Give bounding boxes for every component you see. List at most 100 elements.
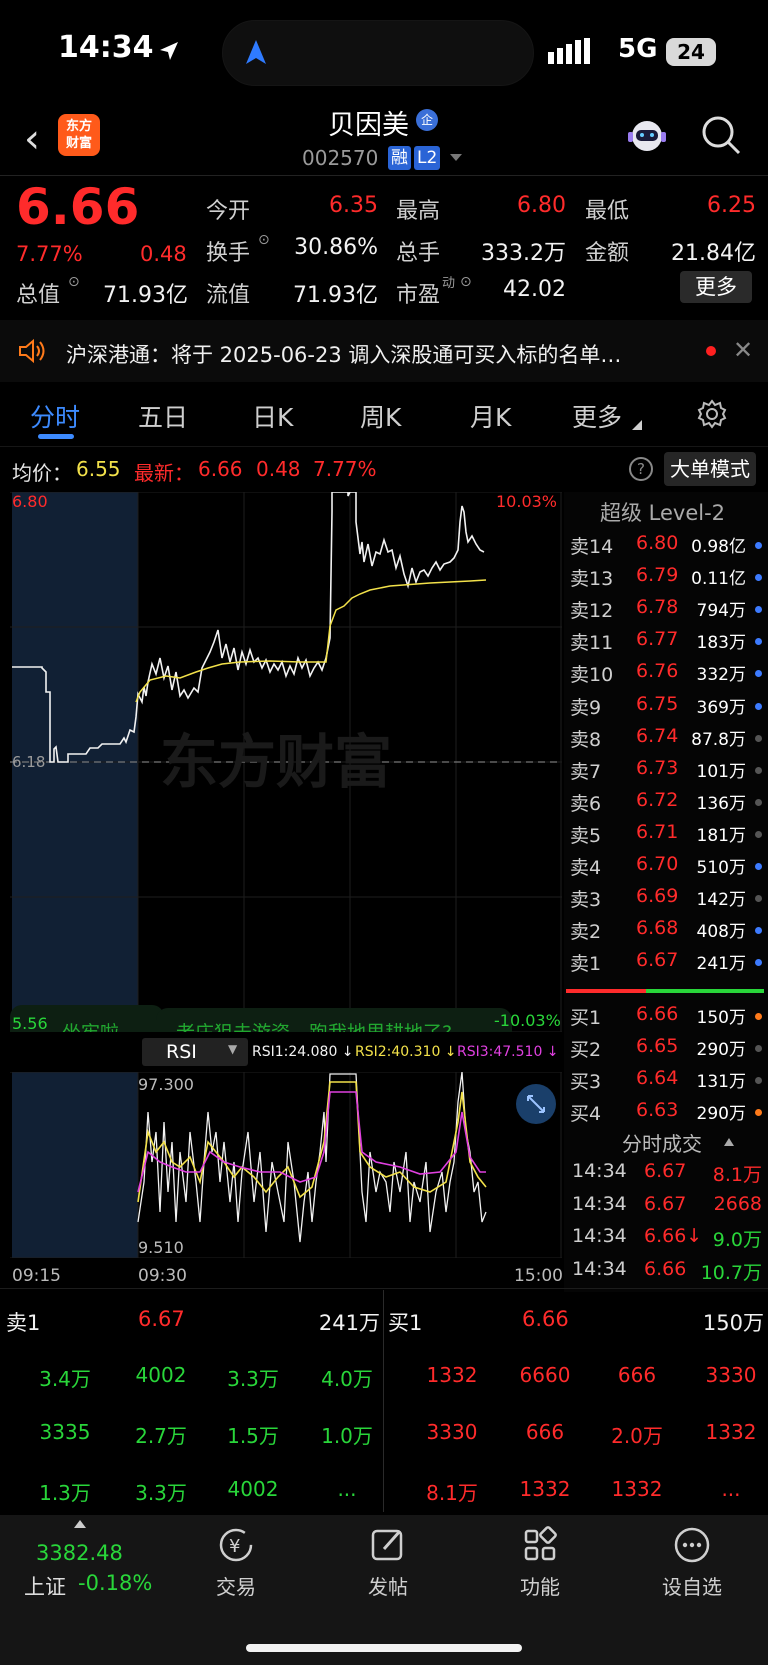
sell-queue-cell: 3.4万 — [39, 1367, 91, 1391]
buy-queue-cell: 1332 — [519, 1477, 571, 1501]
bid-price: 6.64 — [636, 1067, 679, 1089]
queue-buy-price: 6.66 — [522, 1307, 569, 1331]
tab-more[interactable]: 更多 — [572, 398, 622, 434]
high-value: 6.80 — [517, 193, 566, 218]
ask-row[interactable]: 卖10 6.76 332万 — [570, 660, 764, 690]
expand-icon[interactable] — [516, 1084, 556, 1124]
ask-volume: 142万 — [696, 890, 746, 911]
ask-row[interactable]: 卖14 6.80 0.98亿 — [570, 532, 764, 562]
ask-level-label: 卖10 — [570, 664, 614, 687]
ask-row[interactable]: 卖12 6.78 794万 — [570, 596, 764, 626]
index-change[interactable]: -0.18% — [78, 1571, 152, 1595]
tab-monthly-k[interactable]: 月K — [470, 398, 511, 434]
back-button[interactable]: ‹ — [24, 116, 40, 162]
ask-row[interactable]: 卖4 6.70 510万 — [570, 853, 764, 883]
chevron-down-icon: ▼ — [228, 1042, 238, 1056]
high-label: 最高 — [396, 199, 441, 224]
close-icon[interactable]: ✕ — [733, 336, 753, 364]
sell-queue-cell: 2.7万 — [135, 1424, 187, 1448]
collapse-icon[interactable] — [724, 1138, 734, 1146]
buy-queue-cell: 1332 — [705, 1420, 757, 1444]
dropdown-icon[interactable] — [450, 154, 462, 162]
ask-row[interactable]: 卖7 6.73 101万 — [570, 757, 764, 787]
ask-level-label: 卖5 — [570, 824, 602, 847]
tick-volume: 10.7万 — [700, 1261, 762, 1284]
bid-row[interactable]: 买1 6.66 150万 — [570, 1003, 764, 1033]
tick-row[interactable]: 14:34 6.66↓ 9.0万 — [570, 1225, 764, 1255]
tick-row[interactable]: 14:34 6.66 10.7万 — [570, 1258, 764, 1288]
battery-icon: 24 — [666, 38, 716, 66]
ask-row[interactable]: 卖5 6.71 181万 — [570, 821, 764, 851]
tick-row[interactable]: 14:34 6.67 2668 — [570, 1193, 764, 1223]
time-start: 09:15 — [12, 1266, 61, 1286]
buy-queue-cell: 1332 — [611, 1477, 663, 1501]
order-flag-dot — [755, 1045, 762, 1052]
ask-row[interactable]: 卖8 6.74 87.8万 — [570, 725, 764, 755]
market-cap-info-icon[interactable]: ⊙ — [68, 274, 80, 290]
sell-queue-cell: 4002 — [227, 1477, 279, 1501]
navigation-app-icon — [246, 40, 266, 64]
chart-bottom-pct: -10.03% — [494, 1011, 561, 1030]
nav-function[interactable]: 功能 — [490, 1525, 590, 1600]
open-value: 6.35 — [329, 193, 378, 218]
sell-queue-cell: 3.3万 — [227, 1367, 279, 1391]
ask-volume: 0.98亿 — [691, 537, 746, 557]
nav-watchlist[interactable]: 设自选 — [642, 1525, 742, 1600]
gear-icon[interactable] — [697, 399, 727, 429]
ask-row[interactable]: 卖3 6.69 142万 — [570, 885, 764, 915]
nav-trade[interactable]: ¥ 交易 — [186, 1525, 286, 1600]
buy-queue-cell: 1332 — [426, 1363, 478, 1387]
comment-banner-1[interactable]: 5.56 坐牢啦 — [10, 1005, 164, 1032]
market-cap-label: 总值 — [16, 283, 61, 308]
ask-row[interactable]: 卖1 6.67 241万 — [570, 949, 764, 979]
tab-weekly-k[interactable]: 周K — [360, 398, 401, 434]
indicator-selector[interactable]: RSI ▼ — [142, 1038, 248, 1066]
order-flag-dot — [755, 895, 762, 903]
bid-row[interactable]: 买3 6.64 131万 — [570, 1067, 764, 1097]
tab-five-day[interactable]: 五日 — [138, 398, 188, 434]
edit-icon — [371, 1529, 403, 1561]
ask-price: 6.78 — [636, 596, 679, 619]
ask-price: 6.67 — [636, 949, 679, 972]
turnover-info-icon[interactable]: ⊙ — [258, 232, 270, 248]
ask-volume: 87.8万 — [691, 729, 746, 750]
bid-row[interactable]: 买2 6.65 290万 — [570, 1035, 764, 1065]
index-name[interactable]: 上证 — [24, 1571, 66, 1601]
logo-text-2: 财富 — [65, 136, 92, 151]
banner-text-1: 坐牢啦 — [62, 1018, 119, 1032]
ask-row[interactable]: 卖13 6.79 0.11亿 — [570, 564, 764, 594]
more-button[interactable]: 更多 — [680, 271, 752, 303]
ask-volume: 408万 — [696, 922, 746, 943]
pe-info-icon[interactable]: ⊙ — [460, 274, 472, 290]
comment-banner-2[interactable]: 老庄狙击游资，跑我地里耕地了? — [156, 1008, 512, 1032]
ask-row[interactable]: 卖2 6.68 408万 — [570, 917, 764, 947]
grid-icon — [524, 1526, 557, 1561]
tab-daily-k[interactable]: 日K — [252, 398, 293, 434]
order-book-title: 超级 Level-2 — [600, 501, 726, 525]
order-flag-dot — [755, 606, 762, 614]
last-change-value: 0.48 — [256, 457, 301, 481]
robot-assistant-icon[interactable] — [624, 114, 670, 156]
bid-row[interactable]: 买4 6.63 290万 — [570, 1099, 764, 1129]
ask-row[interactable]: 卖6 6.72 136万 — [570, 789, 764, 819]
bid-level-label: 买3 — [570, 1071, 602, 1093]
ticks-title[interactable]: 分时成交 — [622, 1128, 702, 1157]
tick-volume: 9.0万 — [712, 1229, 762, 1251]
pe-superscript: 动 — [442, 276, 456, 291]
app-logo[interactable]: 东方 财富 — [58, 114, 100, 156]
rsi-chart[interactable] — [10, 1072, 562, 1258]
header-divider — [0, 175, 768, 176]
ask-row[interactable]: 卖11 6.77 183万 — [570, 628, 764, 658]
tab-intraday[interactable]: 分时 — [30, 398, 80, 434]
help-icon[interactable]: ? — [629, 457, 653, 481]
tick-row[interactable]: 14:34 6.67 8.1万 — [570, 1160, 764, 1190]
index-value[interactable]: 3382.48 — [36, 1541, 123, 1565]
network-type: 5G — [618, 34, 658, 64]
ask-row[interactable]: 卖9 6.75 369万 — [570, 693, 764, 723]
search-icon[interactable] — [700, 114, 742, 156]
order-flag-dot — [755, 574, 762, 582]
intraday-price-chart[interactable]: 东方财富 — [10, 492, 562, 1032]
bid-level-label: 买2 — [570, 1039, 602, 1061]
nav-post[interactable]: 发帖 — [338, 1525, 438, 1600]
big-order-mode-button[interactable]: 大单模式 — [664, 452, 756, 486]
